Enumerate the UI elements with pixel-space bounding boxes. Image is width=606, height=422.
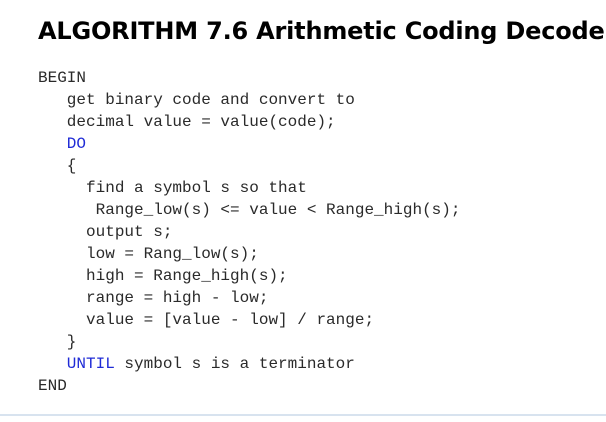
code-text: range = high - low; <box>38 289 269 307</box>
code-text: get binary code and convert to <box>38 91 355 109</box>
code-line-value-update: value = [value - low] / range; <box>38 309 460 331</box>
pseudocode-block: BEGIN get binary code and convert to dec… <box>38 67 460 397</box>
slide: ALGORITHM 7.6 Arithmetic Coding Decoder … <box>0 0 606 422</box>
code-line-range-condition: Range_low(s) <= value < Range_high(s); <box>38 199 461 221</box>
code-text: Range_low(s) <= value < Range_high(s); <box>38 201 461 219</box>
code-text: decimal value = value(code); <box>38 113 336 131</box>
code-text: symbol s is a terminator <box>114 355 355 373</box>
code-line-end: END <box>38 375 460 397</box>
code-text: { <box>38 157 77 175</box>
code-text: } <box>38 333 77 351</box>
keyword-do: DO <box>38 135 87 153</box>
code-line-range: range = high - low; <box>38 287 460 309</box>
code-line-find-symbol: find a symbol s so that <box>38 177 460 199</box>
code-text: low = Rang_low(s); <box>38 245 259 263</box>
code-text: output s; <box>38 223 173 241</box>
code-line-low: low = Rang_low(s); <box>38 243 460 265</box>
code-text: BEGIN <box>38 69 87 87</box>
code-line-begin: BEGIN <box>38 67 460 89</box>
code-line-do: DO <box>38 133 460 155</box>
code-line-output: output s; <box>38 221 460 243</box>
code-line-high: high = Range_high(s); <box>38 265 460 287</box>
keyword-until: UNTIL <box>38 355 115 373</box>
algorithm-title: ALGORITHM 7.6 Arithmetic Coding Decoder <box>38 17 606 45</box>
code-text: END <box>38 377 67 395</box>
code-line-decimal-value: decimal value = value(code); <box>38 111 460 133</box>
code-text: high = Range_high(s); <box>38 267 288 285</box>
code-line-close-brace: } <box>38 331 460 353</box>
code-text: value = [value - low] / range; <box>38 311 375 329</box>
code-line-until: UNTIL symbol s is a terminator <box>38 353 460 375</box>
bottom-divider <box>0 414 606 416</box>
code-line-get-code: get binary code and convert to <box>38 89 460 111</box>
code-line-open-brace: { <box>38 155 460 177</box>
code-text: find a symbol s so that <box>38 179 307 197</box>
